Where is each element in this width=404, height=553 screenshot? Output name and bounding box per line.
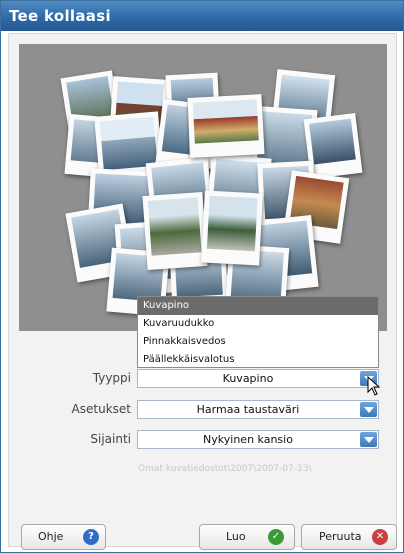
type-select[interactable]: Kuvapino [137,369,379,388]
type-dropdown-list[interactable]: Kuvapino Kuvaruudukko Pinnakkaisvedos Pä… [137,296,379,368]
chevron-down-icon[interactable] [360,402,377,417]
type-select-value: Kuvapino [222,372,274,385]
settings-select[interactable]: Harmaa taustaväri [137,400,379,419]
type-option-kuvaruudukko[interactable]: Kuvaruudukko [138,315,378,333]
cancel-button-label: Peruuta [319,530,362,543]
type-option-kuvapino[interactable]: Kuvapino [138,297,378,315]
collage-photo [201,190,263,266]
location-label: Sijainti [90,432,131,446]
cancel-button[interactable]: Peruuta ✕ [301,524,397,550]
check-icon: ✓ [268,529,284,545]
location-select[interactable]: Nykyinen kansio [137,430,379,449]
type-option-pinnakkaisvedos[interactable]: Pinnakkaisvedos [138,333,378,351]
mouse-cursor-icon [367,376,381,396]
settings-label: Asetukset [71,402,131,416]
create-button-label: Luo [226,530,246,543]
close-x-icon: ✕ [372,529,388,545]
type-label: Tyyppi [92,371,131,385]
save-path-text: Omat kuvatiedostot\2007\2007-07-13\ [138,464,312,474]
collage-photo [187,94,265,158]
help-button[interactable]: Ohje ? [21,524,106,550]
location-select-value: Nykyinen kansio [203,433,293,446]
chevron-down-icon[interactable] [360,432,377,447]
collage-photo [142,191,208,271]
type-option-paallekkaisvalotus[interactable]: Päällekkäisvalotus [138,351,378,369]
collage-dialog: Tee kollaasi Kuvapino Kuvaruudukko Pinna… [0,0,404,553]
window-title: Tee kollaasi [1,1,403,31]
help-button-label: Ohje [38,530,64,543]
settings-select-value: Harmaa taustaväri [196,403,300,416]
collage-preview [19,44,387,331]
create-button[interactable]: Luo ✓ [199,524,295,550]
help-question-icon: ? [83,529,99,545]
